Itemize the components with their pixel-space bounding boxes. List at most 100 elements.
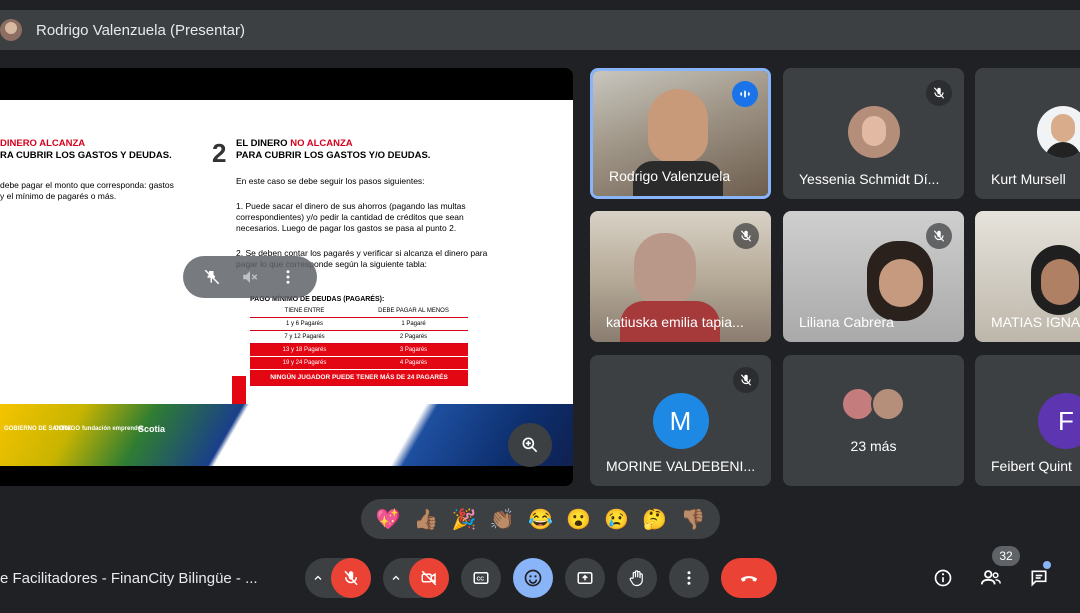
- person-silhouette: [648, 89, 708, 163]
- table-side-tag: [232, 376, 246, 404]
- participant-name: MATIAS IGNA: [991, 314, 1080, 330]
- slide-left-column: DINERO ALCANZA RA CUBRIR LOS GASTOS Y DE…: [0, 138, 180, 202]
- leave-call-button[interactable]: [721, 558, 777, 598]
- info-icon: [934, 569, 952, 587]
- reaction-thumbs-up[interactable]: 👍🏽: [414, 507, 439, 532]
- step-number: 2: [212, 138, 227, 168]
- table-cell: 13 y 18 Pagarés: [282, 347, 327, 353]
- slide-paragraph-2: 1. Puede sacar el dinero de sus ahorros …: [236, 201, 466, 233]
- presenter-avatar: [0, 19, 22, 41]
- table-cell: 2 Pagarés: [399, 334, 428, 340]
- participant-avatar: [847, 106, 900, 158]
- table-cell: 19 y 24 Pagarés: [282, 360, 327, 366]
- meeting-details-button[interactable]: [923, 558, 963, 598]
- camera-toggle-button[interactable]: [409, 558, 449, 598]
- participant-tile[interactable]: M MORINE VALDEBENI...: [590, 355, 771, 486]
- table-cell: 4 Pagarés: [399, 360, 428, 366]
- table-row: 1 y 6 Pagarés 1 Pagaré: [250, 318, 468, 331]
- participant-avatar: [841, 387, 875, 421]
- table-header: DEBE PAGAR AL MENOS: [378, 308, 449, 314]
- more-participants-label: 23 más: [850, 438, 897, 454]
- table-header: TIENE ENTRE: [284, 308, 325, 314]
- hand-icon: [629, 570, 643, 587]
- avatar-initial: F: [1058, 405, 1074, 436]
- mic-off-icon: [733, 367, 759, 393]
- presenter-title: Rodrigo Valenzuela (Presentar): [36, 21, 245, 39]
- logo-core: CORE: [54, 426, 72, 432]
- logo-fundacion: fundación emprender: [82, 426, 144, 432]
- raise-hand-button[interactable]: [617, 558, 657, 598]
- slide-right-column: EL DINERO NO ALCANZA PARA CUBRIR LOS GAS…: [236, 138, 496, 270]
- table-header-row: TIENE ENTRE DEBE PAGAR AL MENOS: [250, 305, 468, 318]
- mic-off-icon: [733, 223, 759, 249]
- table-footer: NINGÚN JUGADOR PUEDE TENER MÁS DE 24 PAG…: [250, 370, 468, 386]
- people-icon: [980, 570, 1001, 585]
- slide-paragraph-1: En este caso se debe seguir los pasos si…: [236, 176, 425, 186]
- logo-scotia: Scotia: [138, 424, 166, 434]
- reaction-party[interactable]: 🎉: [452, 507, 477, 532]
- table-cell: 1 y 6 Pagarés: [285, 321, 324, 327]
- participant-tile[interactable]: MATIAS IGNA: [975, 211, 1080, 342]
- chat-icon: [1031, 570, 1047, 587]
- more-options-button[interactable]: [669, 558, 709, 598]
- participant-name: Feibert Quint: [991, 458, 1072, 474]
- participant-name: Kurt Mursell: [991, 171, 1066, 187]
- mic-off-icon: [926, 80, 952, 106]
- right-heading-red: NO ALCANZA: [290, 138, 353, 149]
- participant-name: MORINE VALDEBENI...: [606, 458, 756, 474]
- people-button[interactable]: [971, 558, 1011, 598]
- unpin-button[interactable]: [201, 266, 223, 288]
- participant-tile[interactable]: Liliana Cabrera: [783, 211, 964, 342]
- reactions-bar: 💖 👍🏽 🎉 👏🏽 😂 😮 😢 🤔 👎🏽: [361, 499, 720, 539]
- participant-tile[interactable]: Rodrigo Valenzuela: [590, 68, 771, 199]
- participant-avatar: [871, 387, 905, 421]
- table-cell: 3 Pagarés: [399, 347, 428, 353]
- participant-tile[interactable]: F Feibert Quint: [975, 355, 1080, 486]
- presentation-controls: [183, 256, 317, 298]
- participant-name: Rodrigo Valenzuela: [609, 168, 731, 184]
- reaction-clap[interactable]: 👏🏽: [490, 507, 515, 532]
- person-face: [1041, 259, 1079, 305]
- mute-audio-button[interactable]: [239, 266, 261, 288]
- left-text: debe pagar el monto que corresponda: gas…: [0, 180, 174, 201]
- more-options-icon[interactable]: [277, 266, 299, 288]
- reaction-laugh[interactable]: 😂: [528, 507, 553, 532]
- participant-name: Liliana Cabrera: [799, 314, 894, 330]
- svg-text:CC: CC: [477, 576, 485, 582]
- left-heading-2: RA CUBRIR LOS GASTOS Y DEUDAS.: [0, 150, 172, 161]
- camera-off-icon: [421, 570, 437, 586]
- left-heading-1: DINERO ALCANZA: [0, 138, 86, 149]
- table-cell: 1 Pagaré: [401, 321, 426, 327]
- hang-up-icon: [740, 576, 758, 582]
- reaction-sad[interactable]: 😢: [604, 507, 629, 532]
- participant-avatar: [1037, 106, 1080, 158]
- mic-off-icon: [344, 570, 358, 586]
- participant-tile[interactable]: Yessenia Schmidt Dí...: [783, 68, 964, 199]
- participant-tile[interactable]: Kurt Mursell: [975, 68, 1080, 199]
- table-row: 7 y 12 Pagarés 2 Pagarés: [250, 331, 468, 344]
- reactions-button[interactable]: [513, 558, 553, 598]
- person-face: [879, 259, 923, 307]
- present-screen-button[interactable]: [565, 558, 605, 598]
- slide-footer-band: GOBIERNO DE SANTIAGO CORE fundación empr…: [0, 404, 573, 466]
- reaction-surprised[interactable]: 😮: [566, 507, 591, 532]
- mic-off-icon: [926, 223, 952, 249]
- more-participants-tile[interactable]: 23 más: [783, 355, 964, 486]
- participant-name: Yessenia Schmidt Dí...: [799, 171, 940, 187]
- mic-control-group: [305, 558, 371, 598]
- participant-avatar: M: [652, 393, 709, 449]
- participant-avatar: F: [1038, 393, 1080, 449]
- meeting-name: e Facilitadores - FinanCity Bilingüe - .…: [0, 570, 258, 587]
- chat-button[interactable]: [1019, 558, 1059, 598]
- reaction-thinking[interactable]: 🤔: [642, 507, 667, 532]
- participant-tile[interactable]: katiuska emilia tapia...: [590, 211, 771, 342]
- captions-button[interactable]: CC: [461, 558, 501, 598]
- zoom-in-button[interactable]: [508, 423, 552, 467]
- chevron-up-icon[interactable]: [305, 572, 331, 584]
- mic-toggle-button[interactable]: [331, 558, 371, 598]
- reaction-heart[interactable]: 💖: [376, 507, 401, 532]
- present-icon: [577, 572, 593, 584]
- chevron-up-icon[interactable]: [383, 572, 409, 584]
- captions-icon: CC: [473, 572, 489, 584]
- reaction-thumbs-down[interactable]: 👎🏽: [680, 507, 705, 532]
